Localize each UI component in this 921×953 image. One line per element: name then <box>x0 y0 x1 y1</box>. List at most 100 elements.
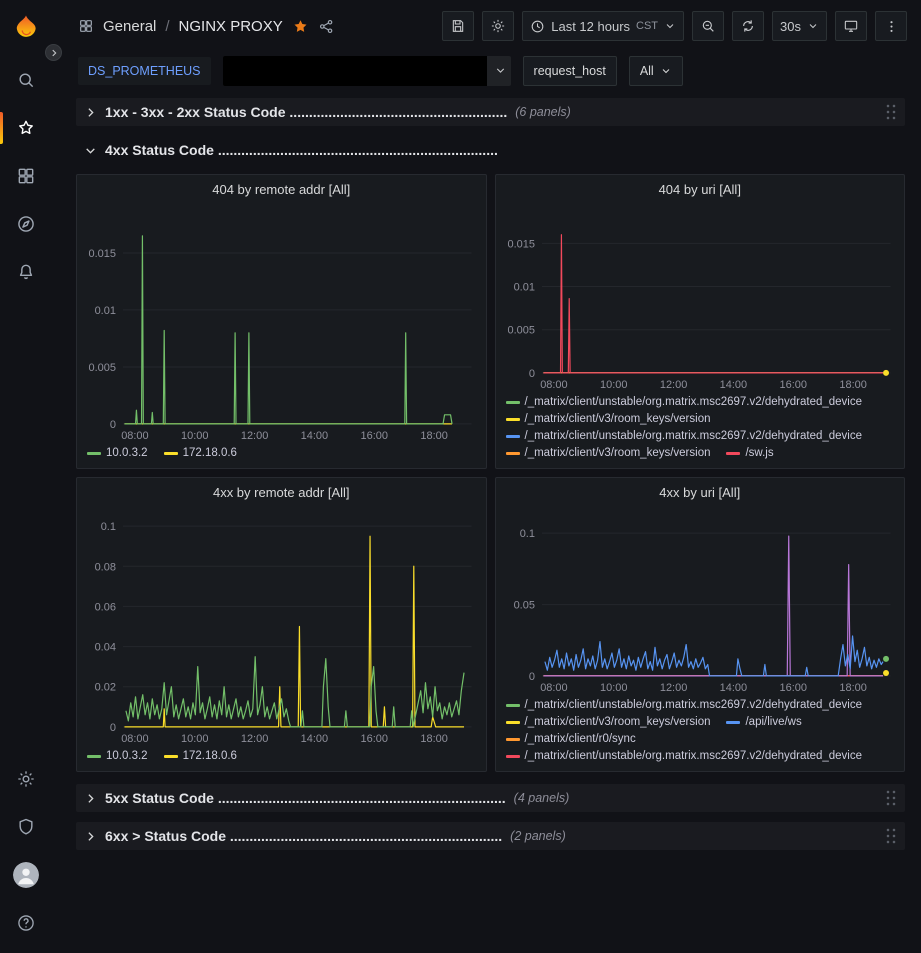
series-color-swatch <box>87 755 101 758</box>
apps-icon <box>16 166 36 186</box>
row-drag-handle[interactable] <box>885 827 897 845</box>
variable-host-select[interactable] <box>223 56 511 86</box>
legend-item[interactable]: /_matrix/client/unstable/org.matrix.msc2… <box>506 394 863 411</box>
dashboard-row-1xx[interactable]: 1xx - 3xx - 2xx Status Code ............… <box>76 98 905 126</box>
svg-text:0.1: 0.1 <box>101 521 116 533</box>
variable-request-host-value[interactable]: All <box>629 56 683 86</box>
row-drag-handle[interactable] <box>885 103 897 121</box>
legend-item[interactable]: /api/live/ws <box>726 714 801 731</box>
clock-icon <box>530 19 545 34</box>
favorite-star-icon[interactable] <box>292 18 309 35</box>
sidebar-item-profile[interactable] <box>0 851 52 899</box>
svg-text:18:00: 18:00 <box>420 733 447 745</box>
chevron-right-icon <box>84 830 97 843</box>
breadcrumb: General / NGINX PROXY <box>78 18 335 35</box>
legend-item[interactable]: 10.0.3.2 <box>87 445 148 462</box>
legend-item[interactable]: /_matrix/client/unstable/org.matrix.msc2… <box>506 428 863 445</box>
legend-item[interactable]: /_matrix/client/unstable/org.matrix.msc2… <box>506 697 863 714</box>
kebab-menu-button[interactable] <box>875 11 907 41</box>
series-color-swatch <box>506 418 520 421</box>
legend-item[interactable]: /_matrix/client/v3/room_keys/version <box>506 411 711 428</box>
svg-text:12:00: 12:00 <box>659 682 686 694</box>
dashboard-row-6xx[interactable]: 6xx > Status Code ......................… <box>76 822 905 850</box>
share-icon[interactable] <box>318 18 335 35</box>
panel-4xx-by-remote-addr: 4xx by remote addr [All] 00.020.040.060.… <box>76 477 487 772</box>
panel-title[interactable]: 4xx by uri [All] <box>496 478 905 506</box>
sidebar-item-starred[interactable] <box>0 104 52 152</box>
legend-item[interactable]: 172.18.0.6 <box>164 445 237 462</box>
sidebar-item-alerting[interactable] <box>0 248 52 296</box>
svg-text:14:00: 14:00 <box>301 733 328 745</box>
refresh-button[interactable] <box>732 11 764 41</box>
svg-text:08:00: 08:00 <box>121 733 148 745</box>
series-label: /_matrix/client/v3/room_keys/version <box>525 445 711 462</box>
timeseries-chart[interactable]: 00.020.040.060.080.108:0010:0012:0014:00… <box>77 506 486 747</box>
time-range-picker[interactable]: Last 12 hours CST <box>522 11 684 41</box>
save-dashboard-button[interactable] <box>442 11 474 41</box>
panel-title[interactable]: 4xx by remote addr [All] <box>77 478 486 506</box>
series-label: /_matrix/client/v3/room_keys/version <box>525 714 711 731</box>
svg-text:0: 0 <box>110 722 116 734</box>
svg-text:0.1: 0.1 <box>519 528 534 540</box>
svg-text:12:00: 12:00 <box>241 430 268 442</box>
grafana-flame-icon <box>11 13 41 43</box>
page-title[interactable]: NGINX PROXY <box>179 18 283 35</box>
refresh-icon <box>740 18 756 34</box>
svg-text:0.01: 0.01 <box>95 305 116 317</box>
sidebar <box>0 0 52 953</box>
svg-text:0.005: 0.005 <box>507 325 534 337</box>
row-title: 4xx Status Code ........................… <box>105 142 498 158</box>
svg-text:10:00: 10:00 <box>181 733 208 745</box>
sidebar-item-help[interactable] <box>0 899 52 947</box>
timeseries-chart[interactable]: 00.050.108:0010:0012:0014:0016:0018:00 <box>496 506 905 696</box>
sidebar-expand-button[interactable] <box>45 44 62 61</box>
svg-text:0.015: 0.015 <box>88 248 115 260</box>
dashboard-settings-button[interactable] <box>482 11 514 41</box>
panel-title[interactable]: 404 by remote addr [All] <box>77 175 486 203</box>
svg-text:0: 0 <box>528 671 534 683</box>
legend-item[interactable]: /_matrix/client/unstable/org.matrix.msc2… <box>506 748 863 765</box>
chevron-down-icon <box>807 20 819 32</box>
legend-item[interactable]: 10.0.3.2 <box>87 748 148 765</box>
series-label: 172.18.0.6 <box>183 445 237 462</box>
legend-item[interactable]: /_matrix/client/r0/sync <box>506 731 636 748</box>
panel-legend: 10.0.3.2 172.18.0.6 <box>77 747 486 771</box>
legend-item[interactable]: /_matrix/client/v3/room_keys/version <box>506 714 711 731</box>
timeseries-chart[interactable]: 00.0050.010.01508:0010:0012:0014:0016:00… <box>77 203 486 444</box>
row-drag-handle[interactable] <box>885 789 897 807</box>
sidebar-item-configuration[interactable] <box>0 755 52 803</box>
legend-item[interactable]: /sw.js <box>726 445 773 462</box>
dashboard-row-4xx[interactable]: 4xx Status Code ........................… <box>76 136 905 164</box>
svg-text:16:00: 16:00 <box>361 430 388 442</box>
tv-mode-button[interactable] <box>835 11 867 41</box>
variable-ds-prometheus[interactable]: DS_PROMETHEUS <box>78 57 211 85</box>
series-label: /api/live/ws <box>745 714 801 731</box>
grafana-logo[interactable] <box>0 0 52 56</box>
sidebar-item-explore[interactable] <box>0 200 52 248</box>
sidebar-item-dashboards[interactable] <box>0 152 52 200</box>
zoom-out-button[interactable] <box>692 11 724 41</box>
svg-text:12:00: 12:00 <box>659 379 686 391</box>
breadcrumb-section[interactable]: General <box>103 18 156 35</box>
navbar-actions: Last 12 hours CST 30s <box>442 11 907 41</box>
main-area: General / NGINX PROXY Last 12 hours CST <box>52 0 921 953</box>
svg-text:08:00: 08:00 <box>540 379 567 391</box>
svg-text:14:00: 14:00 <box>719 379 746 391</box>
dashboard-row-5xx[interactable]: 5xx Status Code ........................… <box>76 784 905 812</box>
series-color-swatch <box>506 738 520 741</box>
legend-item[interactable]: 172.18.0.6 <box>164 748 237 765</box>
refresh-interval-picker[interactable]: 30s <box>772 11 827 41</box>
zoom-out-icon <box>700 18 716 34</box>
timezone-label: CST <box>636 20 658 32</box>
variable-request-host-label: request_host <box>523 56 617 86</box>
dashboard-canvas: 1xx - 3xx - 2xx Status Code ............… <box>52 90 921 953</box>
sidebar-item-search[interactable] <box>0 56 52 104</box>
series-color-swatch <box>506 755 520 758</box>
sidebar-item-server-admin[interactable] <box>0 803 52 851</box>
chevron-right-icon <box>84 792 97 805</box>
timeseries-chart[interactable]: 00.0050.010.01508:0010:0012:0014:0016:00… <box>496 203 905 393</box>
series-color-swatch <box>87 452 101 455</box>
shield-icon <box>16 817 36 837</box>
panel-title[interactable]: 404 by uri [All] <box>496 175 905 203</box>
legend-item[interactable]: /_matrix/client/v3/room_keys/version <box>506 445 711 462</box>
